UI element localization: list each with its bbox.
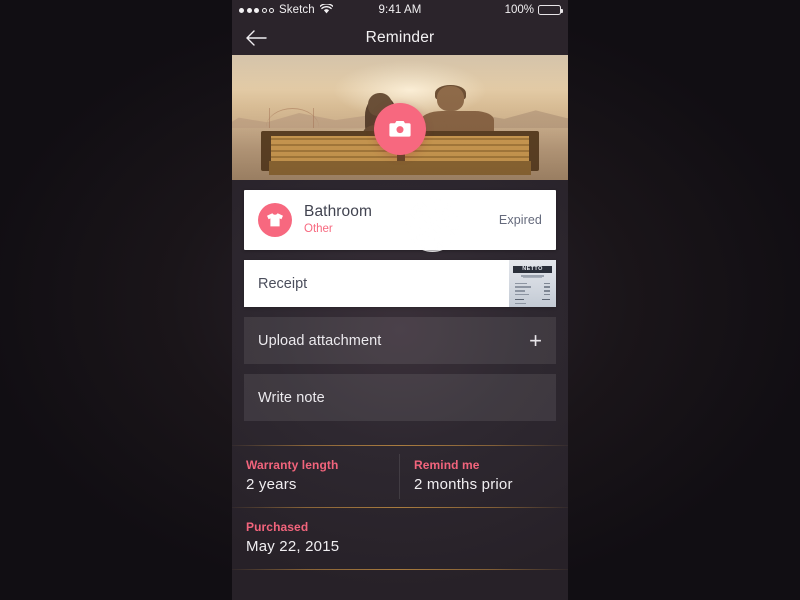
- item-category-label: Other: [304, 223, 333, 236]
- receipt-thumbnail[interactable]: NETTO: [509, 260, 556, 307]
- signal-dot-empty: [269, 7, 274, 13]
- detail-value: 2 years: [246, 476, 297, 493]
- purchased-row: Purchased May 22, 2015: [232, 508, 568, 569]
- signal-dot-filled: [254, 7, 259, 13]
- wifi-icon: [319, 2, 334, 17]
- detail-label: Warranty length: [246, 458, 339, 472]
- navigation-bar: Reminder: [232, 20, 568, 55]
- category-badge: [258, 203, 292, 237]
- detail-label: Purchased: [246, 520, 309, 534]
- receipt-row[interactable]: Receipt NETTO: [244, 260, 556, 307]
- battery-percent-label: 100%: [504, 4, 534, 16]
- warranty-remind-row: Warranty length 2 years Remind me 2 mont…: [232, 446, 568, 507]
- detail-warranty-length[interactable]: Warranty length 2 years: [232, 446, 400, 507]
- write-note-row[interactable]: Write note: [244, 374, 556, 421]
- receipt-label: Receipt: [258, 275, 308, 292]
- plus-icon[interactable]: +: [529, 329, 542, 352]
- phone-screen: Sketch 9:41 AM 100% Reminder Bathroom Ot…: [232, 0, 568, 600]
- tshirt-icon: [267, 213, 283, 227]
- battery-icon: [538, 5, 563, 15]
- back-button[interactable]: [244, 27, 274, 49]
- signal-dot-filled: [246, 7, 252, 13]
- signal-dot-filled: [239, 7, 244, 13]
- divider: [232, 569, 568, 570]
- item-summary-card[interactable]: Bathroom Other Expired: [244, 190, 556, 250]
- page-title: Reminder: [365, 28, 435, 46]
- carrier-label: Sketch: [279, 4, 315, 16]
- battery-area: 100%: [504, 4, 563, 16]
- status-bar: Sketch 9:41 AM 100%: [232, 0, 568, 20]
- receipt-brand-label: NETTO: [512, 265, 553, 273]
- camera-icon: [389, 121, 411, 137]
- detail-label: Remind me: [414, 458, 480, 472]
- signal-dot-empty: [261, 7, 267, 13]
- details-section: Warranty length 2 years Remind me 2 mont…: [232, 445, 568, 570]
- upload-attachment-label: Upload attachment: [258, 332, 382, 349]
- item-title: Bathroom: [304, 203, 372, 221]
- detail-content: Bathroom Other Expired Receipt NETTO Upl…: [232, 190, 568, 570]
- page-backdrop: Sketch 9:41 AM 100% Reminder Bathroom Ot…: [0, 0, 800, 600]
- status-badge: Expired: [498, 213, 542, 227]
- detail-value: 2 months prior: [414, 476, 513, 493]
- item-text-block: Bathroom Other: [304, 203, 372, 236]
- detail-purchased[interactable]: Purchased May 22, 2015: [232, 508, 568, 569]
- camera-button[interactable]: [374, 103, 426, 155]
- upload-attachment-row[interactable]: Upload attachment +: [244, 317, 556, 364]
- hero-photo[interactable]: [232, 55, 568, 180]
- detail-remind-me[interactable]: Remind me 2 months prior: [400, 446, 568, 507]
- signal-strength-dots: [239, 7, 274, 13]
- detail-value: May 22, 2015: [246, 538, 340, 555]
- write-note-label: Write note: [258, 389, 325, 406]
